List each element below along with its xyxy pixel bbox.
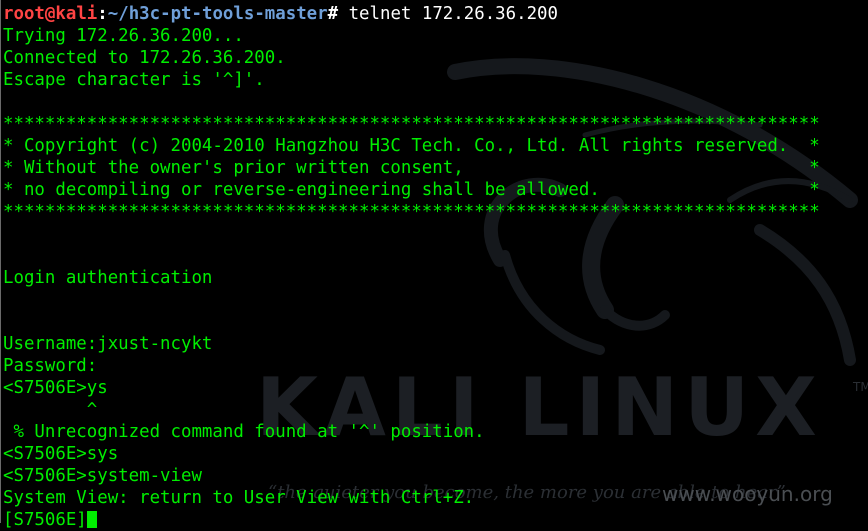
typed-command: telnet 172.26.36.200 xyxy=(338,4,558,24)
output-line: * no decompiling or reverse-engineering … xyxy=(3,180,820,200)
output-line: % Unrecognized command found at '^' posi… xyxy=(3,422,485,442)
shell-prompt-line: root@kali:~/h3c-pt-tools-master# telnet … xyxy=(3,3,868,25)
output-line: Password: xyxy=(3,356,98,376)
output-line: ****************************************… xyxy=(3,114,820,134)
output-line: * Without the owner's prior written cons… xyxy=(3,158,820,178)
output-lines: Trying 172.26.36.200... Connected to 172.… xyxy=(3,25,868,509)
prompt-separator: : xyxy=(97,4,108,24)
output-line: <S7506E>system-view xyxy=(3,466,202,486)
output-line: Login authentication xyxy=(3,268,213,288)
output-line: * Copyright (c) 2004-2010 Hangzhou H3C T… xyxy=(3,136,820,156)
output-line: ****************************************… xyxy=(3,202,820,222)
prompt-symbol: # xyxy=(327,4,339,24)
window-edge xyxy=(0,0,1,523)
device-prompt: [S7506E] xyxy=(3,510,87,530)
prompt-user: root xyxy=(3,4,45,24)
prompt-path: ~/h3c-pt-tools-master xyxy=(107,4,328,24)
output-line: Trying 172.26.36.200... xyxy=(3,26,244,46)
output-line: System View: return to User View with Ct… xyxy=(3,488,475,508)
output-line: ^ xyxy=(3,400,98,420)
output-line: Username:jxust-ncykt xyxy=(3,334,213,354)
output-line: <S7506E>sys xyxy=(3,444,119,464)
current-prompt-line[interactable]: [S7506E] xyxy=(3,509,868,531)
text-cursor xyxy=(86,511,97,528)
output-line: <S7506E>ys xyxy=(3,378,108,398)
output-line: Escape character is '^]'. xyxy=(3,70,265,90)
output-line: Connected to 172.26.36.200. xyxy=(3,48,286,68)
prompt-host: kali xyxy=(55,4,98,24)
terminal-output[interactable]: root@kali:~/h3c-pt-tools-master# telnet … xyxy=(3,3,868,530)
prompt-at: @ xyxy=(44,4,56,24)
